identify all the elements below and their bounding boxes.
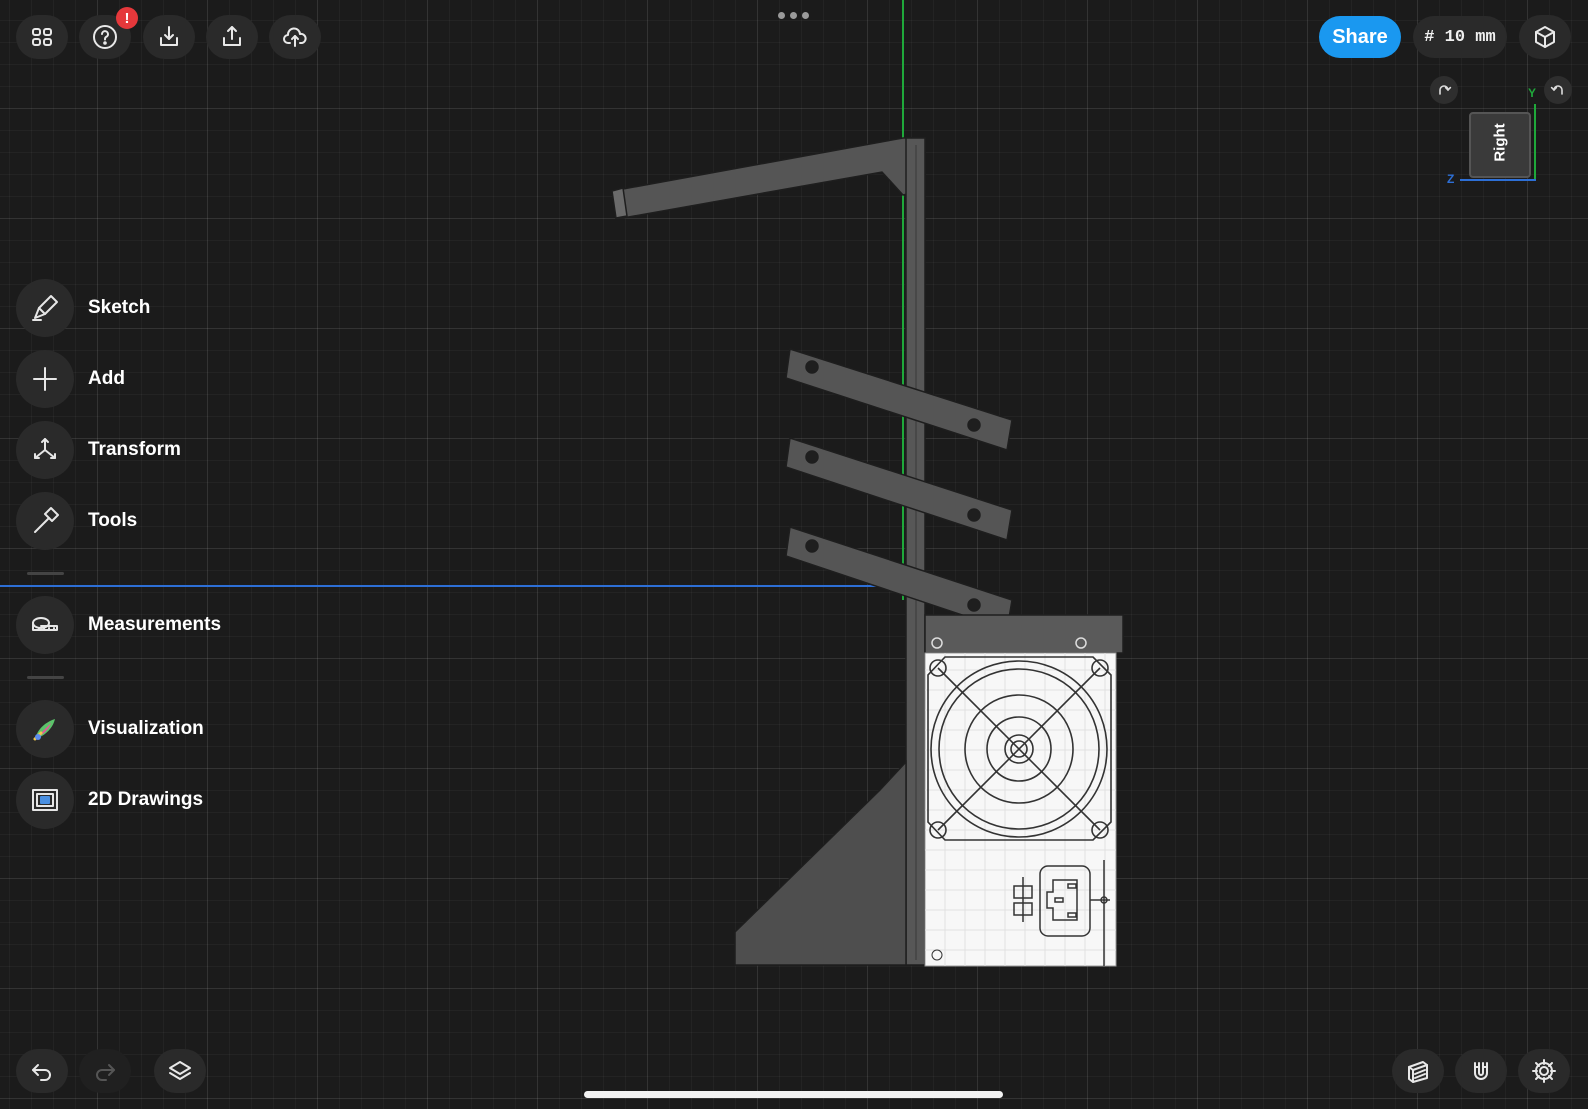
sketch-menu-item[interactable]: Sketch	[16, 279, 150, 337]
rotate-left-button[interactable]	[1544, 76, 1572, 104]
psu-body[interactable]	[924, 652, 1117, 967]
measurements-menu-item[interactable]: Measurements	[16, 596, 221, 654]
visualization-label: Visualization	[88, 718, 204, 739]
tools-label: Tools	[88, 510, 138, 531]
settings-icon	[1532, 1059, 1556, 1083]
import-button[interactable]	[143, 15, 195, 59]
snap-button[interactable]	[1455, 1049, 1507, 1093]
export-button[interactable]	[206, 15, 258, 59]
notification-badge: !	[116, 7, 138, 29]
rotate-right-icon	[1439, 85, 1452, 95]
undo-button[interactable]	[16, 1049, 68, 1093]
section-view-icon	[1408, 1061, 1428, 1083]
view-cube[interactable]: Right	[1469, 112, 1531, 178]
undo-icon	[32, 1064, 51, 1081]
redo-icon	[96, 1064, 115, 1081]
menu-divider	[27, 572, 64, 575]
tools-icon	[16, 492, 74, 550]
export-icon	[223, 26, 241, 46]
sketch-label: Sketch	[88, 297, 151, 318]
cube-y-label: Y	[1528, 86, 1537, 100]
measurements-icon	[16, 596, 74, 654]
add-label: Add	[88, 368, 125, 389]
drawings-icon	[16, 771, 74, 829]
transform-icon	[16, 421, 74, 479]
visualization-icon	[16, 700, 74, 758]
apps-menu-button[interactable]	[16, 15, 68, 59]
view-cube-face-label: Right	[1491, 123, 1509, 162]
share-button[interactable]: Share	[1319, 16, 1401, 58]
add-icon	[16, 350, 74, 408]
grid-size-button[interactable]: # 10 mm	[1413, 16, 1507, 58]
section-view-button[interactable]	[1392, 1049, 1444, 1093]
model-viewport[interactable]	[0, 0, 1588, 1109]
view-cube-icon	[1535, 26, 1555, 48]
tools-menu-item[interactable]: Tools	[16, 492, 137, 550]
snap-magnet-icon	[1474, 1062, 1488, 1080]
grid-menu-icon	[32, 28, 52, 46]
settings-button[interactable]	[1518, 1049, 1570, 1093]
cloud-upload-icon	[283, 27, 307, 47]
cube-z-axis	[1460, 179, 1536, 181]
transform-label: Transform	[88, 439, 181, 460]
measurements-label: Measurements	[88, 614, 222, 635]
cube-y-axis	[1534, 104, 1536, 180]
cube-z-label: Z	[1447, 172, 1455, 186]
view-mode-button[interactable]	[1519, 15, 1571, 59]
rotate-right-button[interactable]	[1430, 76, 1458, 104]
sketch-icon	[16, 279, 74, 337]
layers-button[interactable]	[154, 1049, 206, 1093]
add-menu-item[interactable]: Add	[16, 350, 125, 408]
help-icon	[93, 25, 117, 49]
import-icon	[160, 26, 178, 46]
drawings-menu-item[interactable]: 2D Drawings	[16, 771, 203, 829]
redo-button[interactable]	[79, 1049, 131, 1093]
home-indicator[interactable]	[584, 1091, 1003, 1098]
cloud-upload-button[interactable]	[269, 15, 321, 59]
layers-icon	[169, 1061, 191, 1080]
visualization-menu-item[interactable]: Visualization	[16, 700, 204, 758]
menu-divider	[27, 676, 64, 679]
transform-menu-item[interactable]: Transform	[16, 421, 181, 479]
rotate-left-icon	[1550, 85, 1563, 95]
more-icon[interactable]	[778, 12, 809, 19]
drawings-label: 2D Drawings	[88, 789, 204, 810]
